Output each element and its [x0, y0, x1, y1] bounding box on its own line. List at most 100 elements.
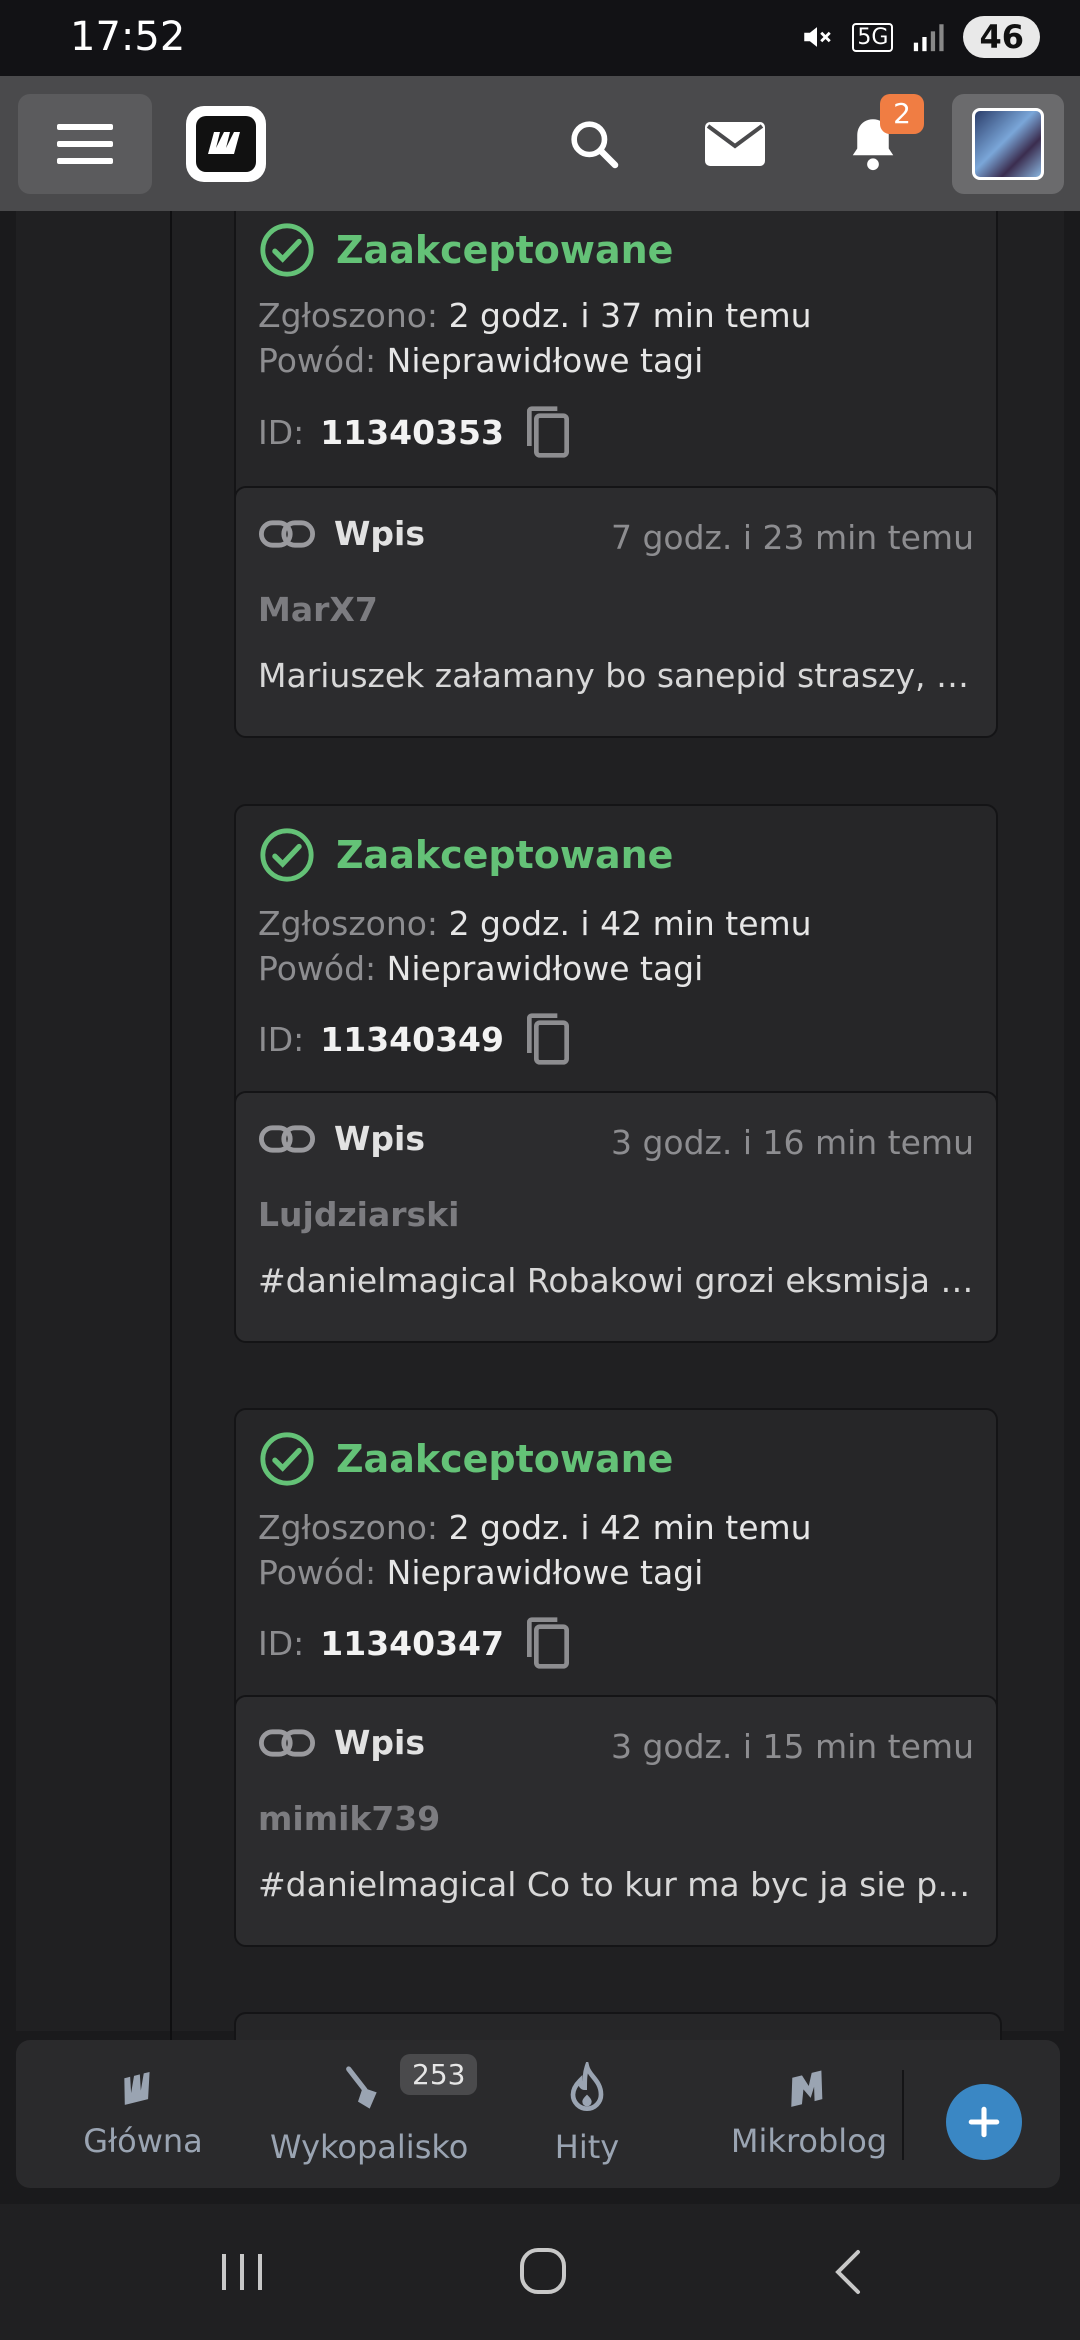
mute-icon — [804, 27, 832, 47]
search-icon — [571, 121, 619, 169]
mikroblog-icon — [791, 2070, 823, 2107]
reported-time: Zgłoszono: 2 godz. i 42 min temu — [258, 904, 812, 943]
entry-time: 7 godz. i 23 min temu — [610, 518, 974, 557]
entry-type: Wpis — [258, 514, 425, 553]
entry-author[interactable]: Lujdziarski — [258, 1195, 459, 1234]
reason-value: Nieprawidłowe tagi — [386, 1553, 704, 1592]
nav-label: Mikroblog — [730, 2122, 888, 2160]
status-label: Zaakceptowane — [336, 833, 674, 877]
reported-value: 2 godz. i 37 min temu — [448, 296, 812, 335]
reported-label: Zgłoszono: — [258, 1508, 439, 1547]
entry-text: #danielmagical Robakowi grozi eksmisja t… — [258, 1261, 978, 1300]
recent-apps-icon[interactable] — [218, 2250, 266, 2294]
entry-type: Wpis — [258, 1723, 425, 1762]
entry-text: #danielmagical Co to kur ma byc ja sie p… — [258, 1865, 978, 1904]
id-label: ID: — [258, 412, 305, 452]
battery-indicator: 46 — [963, 16, 1040, 58]
reported-time: Zgłoszono: 2 godz. i 42 min temu — [258, 1508, 812, 1547]
profile-button[interactable] — [952, 94, 1064, 194]
check-circle-icon — [260, 828, 314, 882]
entry-type-label: Wpis — [334, 1119, 425, 1158]
id-value: 11340349 — [320, 1019, 504, 1059]
reason-value: Nieprawidłowe tagi — [386, 341, 704, 380]
entry-time: 3 godz. i 16 min temu — [610, 1123, 974, 1162]
copy-icon[interactable] — [520, 1612, 576, 1674]
reported-value: 2 godz. i 42 min temu — [448, 1508, 812, 1547]
home-logo-icon — [124, 2071, 150, 2105]
top-bar: 2 — [0, 76, 1080, 211]
nav-item-wykopalisko[interactable]: 253 Wykopalisko — [270, 2054, 478, 2166]
report-status: Zaakceptowane — [258, 221, 673, 279]
status-time: 17:52 — [70, 14, 186, 60]
nav-label: Główna — [83, 2122, 203, 2160]
reason: Powód: Nieprawidłowe tagi — [258, 1553, 703, 1592]
reason-label: Powód: — [258, 1553, 377, 1592]
reason: Powód: Nieprawidłowe tagi — [258, 949, 703, 988]
reason-value: Nieprawidłowe tagi — [386, 949, 704, 988]
report-card: Zaakceptowane Zgłoszono: 2 godz. i 42 mi… — [234, 804, 998, 1343]
reason-label: Powód: — [258, 341, 377, 380]
system-nav-bar — [0, 2204, 1080, 2340]
signal-icon — [914, 24, 945, 52]
link-icon — [259, 519, 315, 548]
nav-label: Wykopalisko — [270, 2128, 469, 2166]
nav-item-hity[interactable]: Hity — [492, 2058, 682, 2166]
link-icon — [259, 1728, 315, 1757]
id-value: 11340353 — [320, 412, 504, 452]
report-card: Zaakceptowane Zgłoszono: 2 godz. i 42 mi… — [234, 1408, 998, 1947]
reason-label: Powód: — [258, 949, 377, 988]
hamburger-icon — [57, 124, 113, 164]
report-id: ID: 11340347 — [258, 1612, 576, 1674]
menu-button[interactable] — [18, 94, 152, 194]
entry-text: Mariuszek załamany bo sanepid straszy, ż… — [258, 656, 978, 695]
add-button[interactable] — [946, 2084, 1022, 2160]
reported-value: 2 godz. i 42 min temu — [448, 904, 812, 943]
messages-button[interactable] — [704, 120, 766, 172]
entry-author[interactable]: MarX7 — [258, 590, 378, 629]
shovel-icon — [346, 2066, 377, 2109]
id-label: ID: — [258, 1019, 305, 1059]
nav-item-home[interactable]: Główna — [48, 2062, 238, 2160]
reason: Powód: Nieprawidłowe tagi — [258, 341, 703, 380]
wykop-logo[interactable] — [186, 106, 266, 182]
link-icon — [259, 1124, 315, 1153]
entry-type-label: Wpis — [334, 1723, 425, 1762]
flame-icon — [570, 2058, 604, 2111]
id-label: ID: — [258, 1623, 305, 1663]
reported-label: Zgłoszono: — [258, 904, 439, 943]
notifications-badge: 2 — [880, 94, 924, 134]
plus-icon — [968, 2106, 1000, 2138]
report-status: Zaakceptowane — [258, 1430, 673, 1488]
network-label: 5G — [852, 22, 894, 52]
entry-preview[interactable]: Wpis 3 godz. i 16 min temu Lujdziarski #… — [234, 1091, 998, 1343]
nav-item-mikroblog[interactable]: Mikroblog — [714, 2062, 904, 2160]
entry-preview[interactable]: Wpis 3 godz. i 15 min temu mimik739 #dan… — [234, 1695, 998, 1947]
search-button[interactable] — [566, 116, 622, 176]
home-icon[interactable] — [518, 2246, 568, 2296]
entry-preview[interactable]: Wpis 7 godz. i 23 min temu MarX7 Mariusz… — [234, 486, 998, 738]
report-id: ID: 11340349 — [258, 1008, 576, 1070]
bottom-nav: Główna 253 Wykopalisko Hity Mikroblog — [16, 2040, 1060, 2188]
report-card: Zaakceptowane Zgłoszono: 2 godz. i 37 mi… — [234, 211, 998, 738]
entry-type: Wpis — [258, 1119, 425, 1158]
reported-label: Zgłoszono: — [258, 296, 439, 335]
copy-icon[interactable] — [520, 401, 576, 463]
mail-icon — [705, 122, 765, 166]
check-circle-icon — [260, 223, 314, 277]
copy-icon[interactable] — [520, 1008, 576, 1070]
avatar — [972, 108, 1044, 180]
id-value: 11340347 — [320, 1623, 504, 1663]
thread-guide-line — [170, 211, 172, 2041]
back-icon[interactable] — [828, 2248, 868, 2296]
report-id: ID: 11340353 — [258, 401, 576, 463]
status-icons: 5G 46 — [800, 16, 1040, 58]
nav-badge-count: 253 — [400, 2054, 478, 2095]
status-label: Zaakceptowane — [336, 228, 674, 272]
entry-time: 3 godz. i 15 min temu — [610, 1727, 974, 1766]
entry-author[interactable]: mimik739 — [258, 1799, 440, 1838]
report-status: Zaakceptowane — [258, 826, 673, 884]
status-label: Zaakceptowane — [336, 1437, 674, 1481]
status-bar: 17:52 5G 46 — [0, 0, 1080, 76]
nav-divider — [902, 2070, 904, 2160]
check-circle-icon — [260, 1432, 314, 1486]
